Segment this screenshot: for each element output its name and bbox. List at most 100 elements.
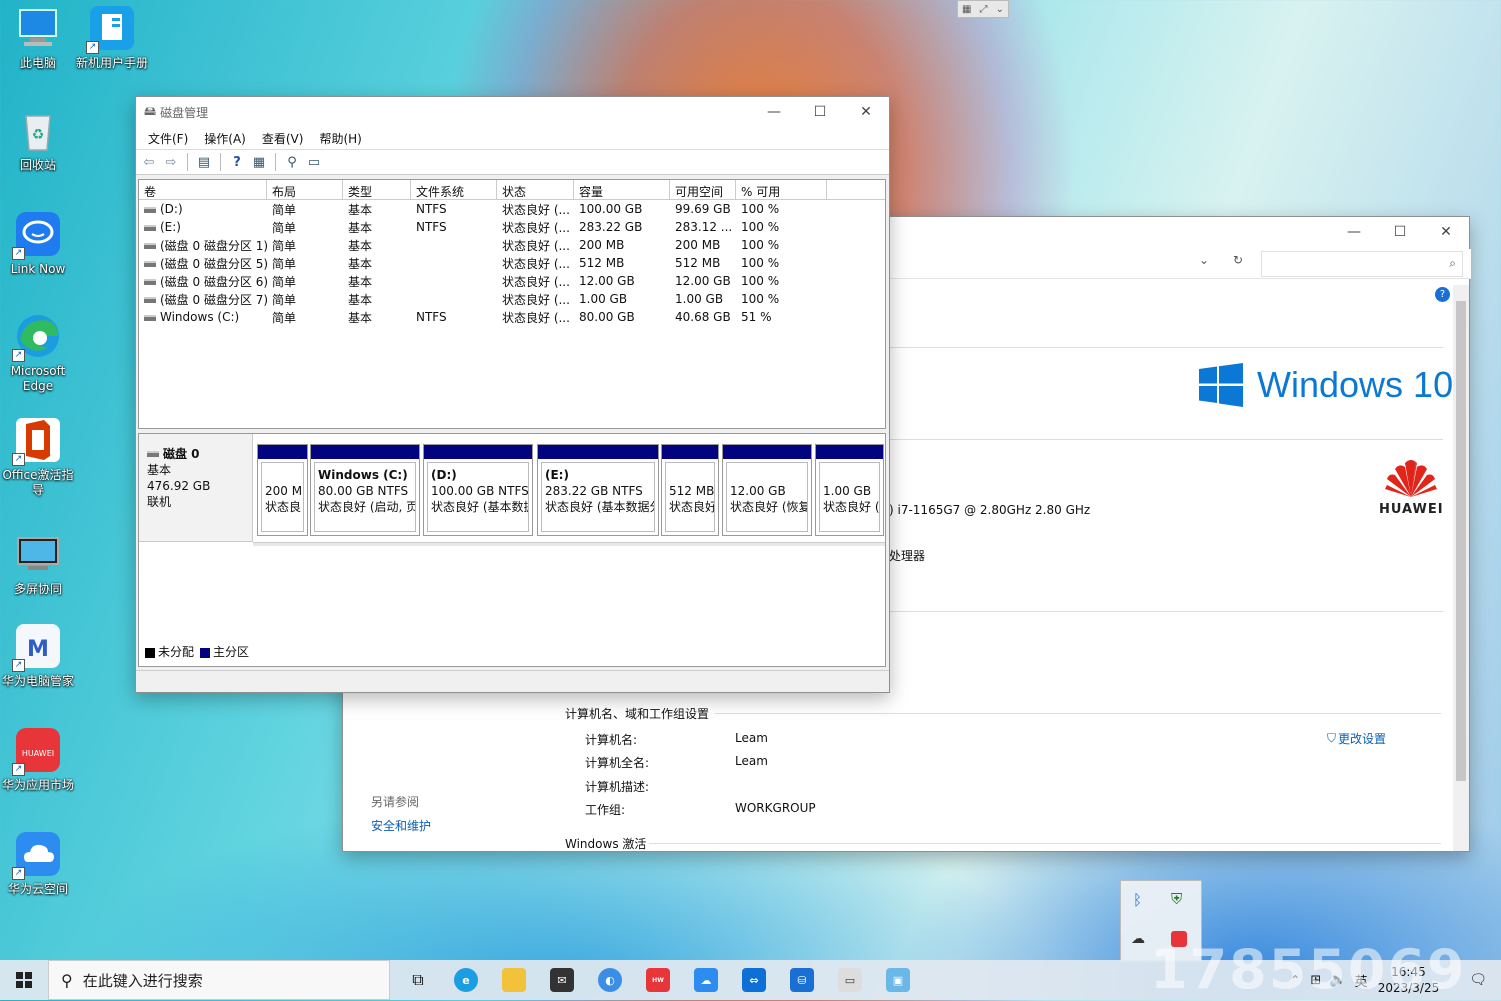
column-header[interactable]: 布局 (267, 180, 343, 199)
legend: 未分配 主分区 (145, 643, 249, 660)
partition-block[interactable]: 12.00 GB 状态良好 (恢复 (722, 444, 812, 536)
table-row[interactable]: (E:) 简单 基本 NTFS 状态良好 (... 283.22 GB 283.12 ...… (139, 218, 885, 236)
scrollbar-thumb[interactable] (1456, 301, 1466, 781)
taskbar-edge[interactable]: e (442, 960, 490, 1000)
table-cell: 状态良好 (... (497, 273, 574, 290)
table-cell: 简单 (267, 255, 343, 272)
menu-help[interactable]: 帮助(H) (311, 130, 369, 147)
menu-action[interactable]: 操作(A) (196, 130, 254, 147)
cloud-off-icon[interactable]: ☁ (1131, 931, 1145, 947)
list-view-icon[interactable]: ▭ (305, 154, 323, 170)
task-view-button[interactable]: ⧉ (394, 960, 442, 1000)
column-header[interactable]: % 可用 (736, 180, 827, 199)
legend-swatch (200, 647, 211, 658)
remote-control-strip[interactable]: ▦ ⤢ ⌄ (957, 0, 1009, 18)
table-row[interactable]: (磁盘 0 磁盘分区 5) 简单 基本 状态良好 (... 512 MB 512 MB 10… (139, 254, 885, 272)
bluetooth-icon[interactable]: ᛒ (1133, 891, 1142, 909)
grid-icon[interactable]: ▦ (962, 4, 971, 15)
taskbar-explorer[interactable] (490, 960, 538, 1000)
partition-block[interactable]: 512 MB 状态良好 (661, 444, 719, 536)
desktop-icon-cloud[interactable]: ↗ 华为云空间 (0, 830, 76, 897)
column-header[interactable]: 可用空间 (670, 180, 736, 199)
taskbar-disk-management[interactable]: ▭ (826, 960, 874, 1000)
console-tree-icon[interactable]: ▤ (195, 154, 213, 170)
disk-info[interactable]: 磁盘 0 基本 476.92 GB 联机 (139, 434, 253, 542)
search-input[interactable]: ⌕ (1261, 251, 1463, 277)
cell-text: 200 MB (675, 238, 721, 252)
table-row[interactable]: (磁盘 0 磁盘分区 1) 简单 基本 状态良好 (... 200 MB 200 MB 10… (139, 236, 885, 254)
taskbar-mail[interactable]: ✉ (538, 960, 586, 1000)
taskbar-system[interactable]: ▣ (874, 960, 922, 1000)
desktop-icon-label: 华为云空间 (7, 882, 68, 896)
taskbar-browser[interactable]: ◐ (586, 960, 634, 1000)
help-icon[interactable]: ? (1435, 287, 1450, 302)
partition-block[interactable]: (D:) 100.00 GB NTFS 状态良好 (基本数据 (423, 444, 533, 536)
defender-shield-icon[interactable]: ⛨ (1171, 890, 1182, 908)
back-arrow-icon[interactable]: ⇦ (140, 154, 158, 170)
volume-icon (144, 297, 156, 303)
partition-block[interactable]: Windows (C:) 80.00 GB NTFS 状态良好 (启动, 页 (310, 444, 420, 536)
taskbar-appgallery[interactable]: HW (634, 960, 682, 1000)
table-row[interactable]: Windows (C:) 简单 基本 NTFS 状态良好 (... 80.00 GB 40.… (139, 308, 885, 326)
taskbar-search-box[interactable]: ⚲ 在此键入进行搜索 (48, 960, 390, 1000)
menu-view[interactable]: 查看(V) (254, 130, 312, 147)
table-cell: 基本 (343, 273, 411, 290)
close-button[interactable]: ✕ (843, 97, 889, 127)
cell-text: 283.22 GB (579, 220, 643, 234)
table-row[interactable]: (磁盘 0 磁盘分区 6) 简单 基本 状态良好 (... 12.00 GB 12.00 … (139, 272, 885, 290)
table-cell: 100 % (736, 292, 827, 306)
cell-text: NTFS (416, 310, 447, 324)
properties-icon[interactable]: ▦ (250, 154, 268, 170)
partition-block[interactable]: (E:) 283.22 GB NTFS 状态良好 (基本数据分 (537, 444, 659, 536)
notification-icon[interactable]: 🗨 (1469, 972, 1487, 988)
minimize-button[interactable]: — (751, 97, 797, 127)
partition-block[interactable]: 1.00 GB 状态良好 ( (815, 444, 884, 536)
partition-title: Windows (C:) (318, 468, 408, 482)
menu-file[interactable]: 文件(F) (140, 130, 196, 147)
column-header[interactable]: 容量 (574, 180, 670, 199)
chevron-down-icon[interactable]: ⌄ (996, 4, 1004, 15)
column-header[interactable]: 状态 (497, 180, 574, 199)
desktop-icon-pc-manager[interactable]: M ↗ 华为电脑管家 (0, 622, 76, 689)
table-row[interactable]: (D:) 简单 基本 NTFS 状态良好 (... 100.00 GB 99.69 GB 10… (139, 200, 885, 218)
column-header[interactable]: 卷 (139, 180, 267, 199)
security-maintenance-link[interactable]: 安全和维护 (371, 817, 431, 834)
cell-text: 简单 (272, 256, 297, 271)
taskbar-cloud[interactable]: ☁ (682, 960, 730, 1000)
change-settings-link[interactable]: ⛉ 更改设置 (1327, 730, 1386, 747)
see-also-heading: 另请参阅 (371, 795, 420, 809)
desktop-icon-link-now[interactable]: ↗ Link Now (0, 210, 76, 277)
column-header[interactable]: 文件系统 (411, 180, 497, 199)
partition-block[interactable]: 200 M 状态良 (257, 444, 308, 536)
desktop-icon-appgallery[interactable]: HUAWEI ↗ 华为应用市场 (0, 726, 76, 793)
scrollbar[interactable] (1453, 285, 1469, 851)
refresh-icon[interactable]: ↻ (1223, 253, 1253, 275)
column-header[interactable]: 类型 (343, 180, 411, 199)
minimize-button[interactable]: — (1331, 217, 1377, 247)
close-button[interactable]: ✕ (1423, 217, 1469, 247)
table-cell: 283.12 ... (670, 220, 736, 234)
wizard-icon[interactable]: ⚲ (283, 154, 301, 170)
desktop-icon-user-manual[interactable]: ↗ 新机用户手册 (74, 4, 150, 71)
taskbar-disk-tool[interactable]: ⛁ (778, 960, 826, 1000)
desktop-icon-recycle-bin[interactable]: ♻ 回收站 (0, 106, 76, 173)
desktop-icon-this-pc[interactable]: 此电脑 (0, 4, 76, 71)
chevron-down-icon[interactable]: ⌄ (1189, 253, 1219, 275)
help-book-icon[interactable]: ? (228, 154, 246, 170)
windows-brand-text: Windows 10 (1257, 364, 1454, 405)
volume-list-header: 卷 布局 类型 文件系统 状态 容量 可用空间 % 可用 (139, 180, 885, 200)
desktop-icon-edge[interactable]: ↗ Microsoft Edge (0, 312, 76, 394)
start-button[interactable] (0, 960, 48, 1000)
table-row[interactable]: (磁盘 0 磁盘分区 7) 简单 基本 状态良好 (... 1.00 GB 1.00 GB… (139, 290, 885, 308)
partition-title (730, 467, 804, 483)
desktop-icon-multi-screen[interactable]: 多屏协同 (0, 530, 76, 597)
maximize-button[interactable]: ☐ (1377, 217, 1423, 247)
divider (889, 347, 1443, 348)
forward-arrow-icon[interactable]: ⇨ (162, 154, 180, 170)
maximize-button[interactable]: ☐ (797, 97, 843, 127)
taskbar-teamviewer[interactable]: ⇔ (730, 960, 778, 1000)
cell-text: 100 % (741, 220, 780, 234)
desktop-icon-office-activation[interactable]: ↗ Office激活指导 (0, 416, 76, 498)
resize-icon[interactable]: ⤢ (980, 4, 988, 15)
watermark-text: 17855069 (1150, 938, 1467, 1001)
